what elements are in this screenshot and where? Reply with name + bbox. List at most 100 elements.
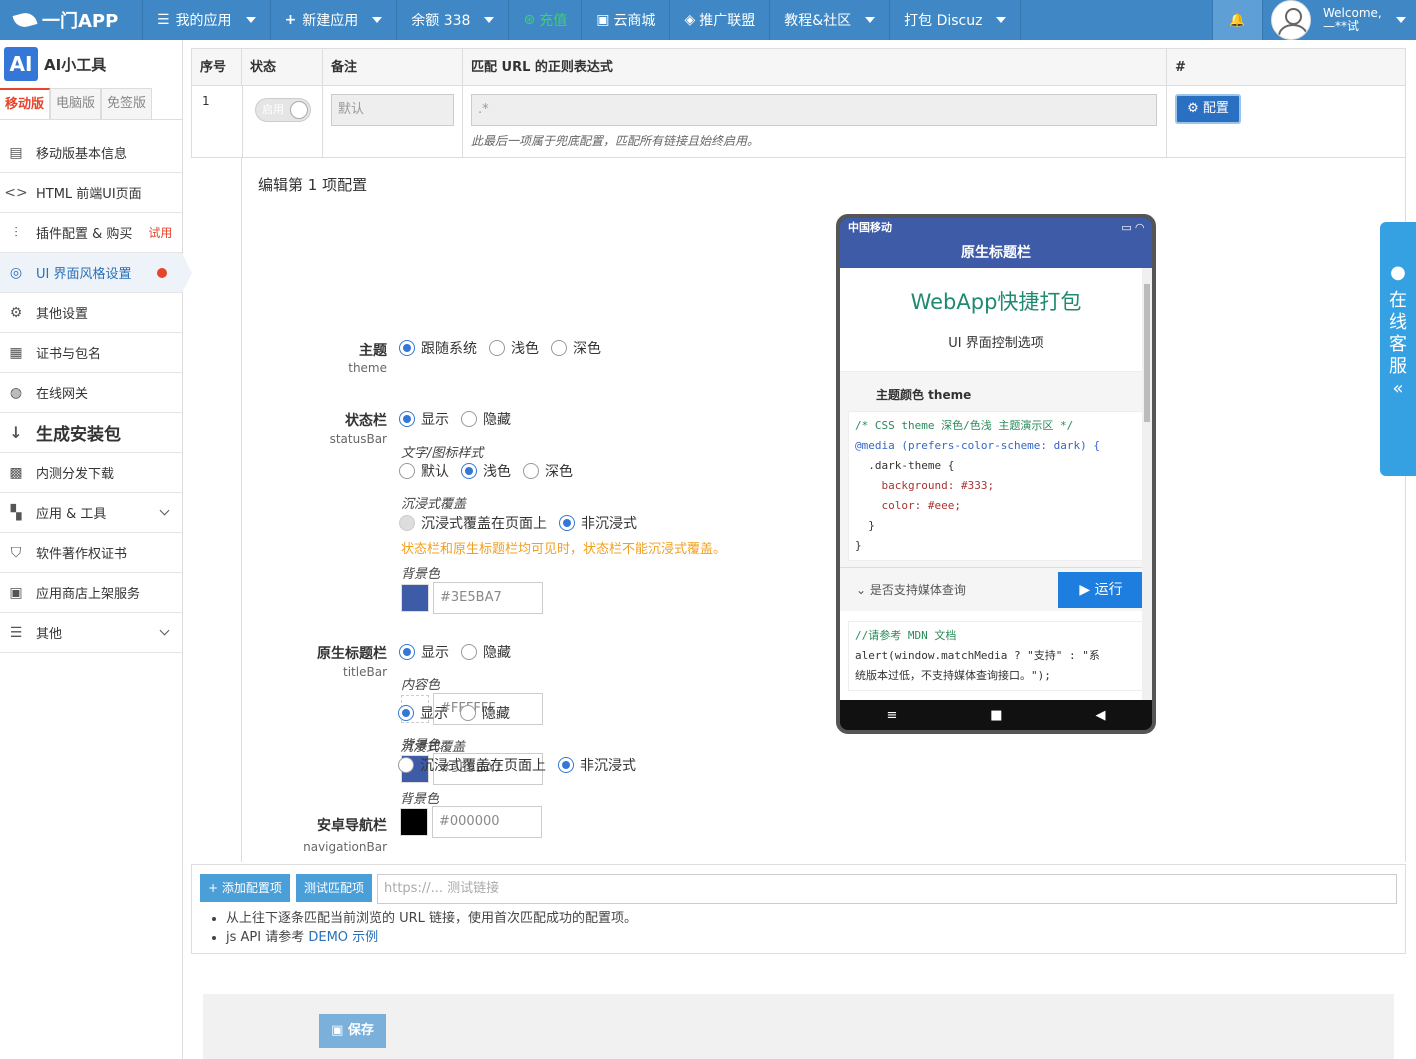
plus-icon: + — [208, 881, 222, 895]
text-style-dark-radio[interactable]: 深色 — [523, 461, 573, 481]
navbar-hide-radio[interactable]: 隐藏 — [460, 703, 510, 723]
titlebar-hide-radio[interactable]: 隐藏 — [461, 642, 511, 662]
statusbar-sub: statusBar — [329, 432, 387, 446]
shield-icon: ⛉ — [10, 544, 22, 561]
plus-icon: + — [284, 12, 297, 28]
test-url-input[interactable]: https://... 测试链接 — [377, 874, 1397, 904]
theme-light-radio[interactable]: 浅色 — [489, 338, 539, 358]
sidebar-item-gateway[interactable]: ◍ 在线网关 — [0, 373, 182, 413]
regex-input[interactable]: .* — [471, 94, 1157, 126]
statusbar-bg-input[interactable]: #3E5BA7 — [433, 582, 543, 614]
caret-down-icon — [245, 17, 256, 23]
app-icon: AI — [4, 47, 38, 81]
code-line: .dark-theme { — [855, 459, 955, 472]
remark-input[interactable]: 默认 — [331, 94, 454, 126]
radio-label: 跟随系统 — [421, 341, 477, 357]
sidebar-item-label: 软件著作权证书 — [36, 547, 128, 562]
nav-pack-discuz[interactable]: 打包 Discuz — [890, 0, 1022, 40]
radio-circle — [461, 411, 477, 427]
sidebar-item-build[interactable]: ↓ 生成安装包 — [0, 413, 182, 453]
text-style-radios: 默认 浅色 深色 — [399, 461, 585, 481]
color-swatch[interactable] — [401, 584, 429, 612]
titlebar-content-label: 内容色 — [401, 678, 441, 693]
demo-link[interactable]: DEMO 示例 — [308, 930, 378, 945]
color-swatch[interactable] — [400, 808, 428, 836]
test-match-button[interactable]: 测试匹配项 — [296, 874, 373, 902]
toggle-knob — [290, 101, 308, 119]
note-item: js API 请参考 DEMO 示例 — [226, 928, 637, 947]
immersive-overlay-radio[interactable]: 沉浸式覆盖在页面上 — [399, 513, 547, 533]
caret-down-icon — [865, 17, 876, 23]
radio-label: 深色 — [573, 341, 601, 357]
online-service-button[interactable]: ● 在线客服 « — [1380, 222, 1416, 476]
sidebar-item-apps-tools[interactable]: ▚ 应用 & 工具 — [0, 493, 182, 533]
sidebar-item-ui-style[interactable]: ◎ UI 界面风格设置 — [0, 253, 192, 293]
sidebar-item-beta[interactable]: ▩ 内测分发下载 — [0, 453, 182, 493]
phone-webview: WebApp快捷打包 UI 界面控制选项 主题颜色 theme /* CSS t… — [840, 268, 1152, 700]
tab-nosign[interactable]: 免签版 — [101, 88, 153, 119]
tab-mobile[interactable]: 移动版 — [0, 88, 51, 119]
nav-tutorial-label: 教程&社区 — [784, 13, 852, 29]
statusbar-hide-radio[interactable]: 隐藏 — [461, 409, 511, 429]
sidebar-item-basic-info[interactable]: ▤ 移动版基本信息 — [0, 133, 182, 173]
statusbar-radios: 显示 隐藏 — [399, 409, 523, 429]
phone-statusbar: 中国移动 ▭ ◠ — [840, 218, 1152, 238]
statusbar-show-radio[interactable]: 显示 — [399, 409, 449, 429]
navbar-show-radio[interactable]: 显示 — [398, 703, 448, 723]
user-menu[interactable]: Welcome, —**试 — [1262, 0, 1416, 40]
status-toggle[interactable]: 启用 — [255, 98, 311, 122]
code-line: 统版本过低，不支持媒体查询接口。"); — [855, 669, 1051, 682]
immersive-none-radio[interactable]: 非沉浸式 — [559, 513, 637, 533]
radio-label: 浅色 — [483, 464, 511, 480]
chat-icon: ● — [1390, 262, 1406, 283]
home-icon[interactable]: ■ — [990, 708, 1002, 723]
text-style-light-radio[interactable]: 浅色 — [461, 461, 511, 481]
sidebar-item-other[interactable]: ☰ 其他 — [0, 613, 182, 653]
nav-pack-discuz-label: 打包 Discuz — [904, 13, 983, 29]
radio-label: 显示 — [421, 412, 449, 428]
navbar-immersive-none-radio[interactable]: 非沉浸式 — [558, 755, 636, 775]
chevron-down-icon[interactable]: ⌄ — [856, 583, 870, 597]
code-line: alert(window.matchMedia ? "支持" : "系 — [855, 649, 1100, 662]
sidebar-item-store-service[interactable]: ▣ 应用商店上架服务 — [0, 573, 182, 613]
top-navbar: 一门APP ☰ 我的应用 + 新建应用 余额 338 ⊛ 充值 ▣ 云商城 ◈ 推广联盟 … — [0, 0, 1416, 40]
sidebar-item-copyright[interactable]: ⛉ 软件著作权证书 — [0, 533, 182, 573]
nav-my-apps[interactable]: ☰ 我的应用 — [143, 0, 271, 40]
code-icon: <> — [4, 184, 28, 201]
save-button[interactable]: ▣ 保存 — [319, 1014, 386, 1048]
nav-affiliate[interactable]: ◈ 推广联盟 — [670, 0, 771, 40]
theme-system-radio[interactable]: 跟随系统 — [399, 338, 477, 358]
sidebar-item-html-ui[interactable]: <> HTML 前端UI页面 — [0, 173, 182, 213]
config-button[interactable]: ⚙ 配置 — [1175, 94, 1241, 124]
sidebar-item-label: 应用 & 工具 — [36, 507, 107, 522]
add-config-button[interactable]: + 添加配置项 — [200, 874, 290, 902]
nav-cloud-store[interactable]: ▣ 云商城 — [582, 0, 671, 40]
titlebar-label: 原生标题栏 — [317, 646, 387, 662]
media-query-row: ⌄ 是否支持媒体查询 ▶ 运行 — [840, 567, 1152, 611]
navbar-bg-input[interactable]: #000000 — [432, 806, 542, 838]
navbar-immersive-radios: 沉浸式覆盖在页面上 非沉浸式 — [398, 755, 648, 775]
run-button[interactable]: ▶ 运行 — [1058, 571, 1144, 608]
brand-logo[interactable]: 一门APP — [0, 0, 143, 40]
back-icon[interactable]: ◀ — [1096, 708, 1106, 723]
theme-dark-radio[interactable]: 深色 — [551, 338, 601, 358]
statusbar-bg-label: 背景色 — [401, 567, 441, 582]
nav-balance[interactable]: 余额 338 — [397, 0, 510, 40]
nav-new-app[interactable]: + 新建应用 — [271, 0, 398, 40]
tab-desktop[interactable]: 电脑版 — [50, 88, 102, 119]
caret-down-icon — [1395, 17, 1406, 23]
sidebar-item-label: 内测分发下载 — [36, 467, 115, 482]
menu-icon[interactable]: ≡ — [886, 708, 897, 723]
sidebar-item-other-settings[interactable]: ⚙ 其他设置 — [0, 293, 182, 333]
sidebar-item-certificate[interactable]: ▦ 证书与包名 — [0, 333, 182, 373]
bell-icon[interactable]: 🔔 — [1212, 0, 1262, 40]
phone-scrollbar[interactable] — [1142, 268, 1152, 700]
radio-circle — [551, 340, 567, 356]
carrier-label: 中国移动 — [848, 221, 892, 234]
text-style-default-radio[interactable]: 默认 — [399, 461, 449, 481]
sidebar-item-plugins[interactable]: ⫶ 插件配置 & 购买 试用 — [0, 213, 182, 253]
titlebar-show-radio[interactable]: 显示 — [399, 642, 449, 662]
navbar-immersive-overlay-radio[interactable]: 沉浸式覆盖在页面上 — [398, 755, 546, 775]
nav-tutorial[interactable]: 教程&社区 — [770, 0, 891, 40]
nav-recharge[interactable]: ⊛ 充值 — [509, 0, 583, 40]
